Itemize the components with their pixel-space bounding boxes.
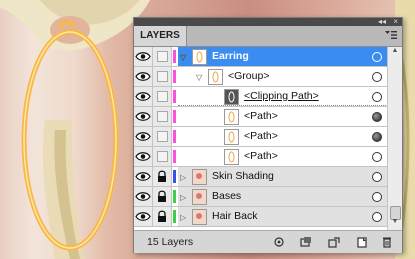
lock-toggle[interactable]: [153, 67, 172, 86]
layer-body[interactable]: ▷ Skin Shading: [178, 167, 388, 186]
locate-object-icon[interactable]: [273, 236, 285, 248]
target-circle-icon[interactable]: [372, 52, 382, 62]
tab-layers[interactable]: LAYERS: [134, 26, 187, 46]
expand-triangle-open-icon[interactable]: ▽: [196, 73, 202, 82]
layer-name: Bases: [212, 190, 242, 202]
layer-name: <Path>: [244, 150, 278, 162]
layer-color-swatch: [173, 50, 176, 63]
layer-thumbnail: [208, 69, 223, 85]
scroll-down-icon[interactable]: ▼: [388, 218, 402, 230]
visibility-eye-icon[interactable]: [134, 47, 153, 66]
panel-tab-row: LAYERS: [134, 26, 402, 47]
layer-color-swatch: [173, 90, 176, 103]
layer-row[interactable]: <Path>: [134, 127, 388, 147]
collapse-panel-icon[interactable]: ◂◂: [378, 17, 386, 26]
layers-list: ▽ Earring ▽ <Group> <Clipping Path> <Path> <Pa…: [134, 47, 402, 230]
expand-triangle-closed-icon[interactable]: ▷: [180, 193, 186, 202]
layer-body[interactable]: <Path>: [178, 147, 388, 166]
layer-thumbnail: [224, 129, 239, 145]
layer-name: Earring: [212, 50, 249, 62]
target-circle-icon[interactable]: [372, 172, 382, 182]
layer-body[interactable]: ▽ <Group>: [178, 67, 388, 86]
layer-color-swatch: [173, 190, 176, 203]
lock-icon[interactable]: [153, 167, 172, 186]
layer-row[interactable]: ▷ Skin Shading: [134, 167, 388, 187]
layer-body[interactable]: <Clipping Path>: [178, 87, 388, 106]
lock-icon[interactable]: [153, 187, 172, 206]
layers-scrollbar[interactable]: ▲ ▼: [387, 47, 402, 230]
new-layer-icon[interactable]: [356, 236, 368, 248]
panel-titlebar[interactable]: ◂◂ ×: [134, 17, 402, 26]
layer-row[interactable]: <Path>: [134, 107, 388, 127]
layer-body[interactable]: ▽ Earring: [178, 47, 388, 66]
layer-color-swatch: [173, 150, 176, 163]
target-circle-icon[interactable]: [372, 72, 382, 82]
layer-body[interactable]: <Path>: [178, 107, 388, 126]
make-clipping-mask-icon[interactable]: [300, 236, 312, 248]
layer-row[interactable]: <Clipping Path>: [134, 87, 388, 107]
expand-triangle-closed-icon[interactable]: ▷: [180, 173, 186, 182]
lock-icon[interactable]: [153, 207, 172, 226]
expand-triangle-closed-icon[interactable]: ▷: [180, 213, 186, 222]
layer-color-swatch: [173, 110, 176, 123]
layer-row[interactable]: ▷ Bases: [134, 187, 388, 207]
target-circle-icon[interactable]: [372, 92, 382, 102]
lock-toggle[interactable]: [153, 47, 172, 66]
target-circle-icon[interactable]: [372, 132, 382, 142]
layer-body[interactable]: <Path>: [178, 127, 388, 146]
layer-name: <Path>: [244, 130, 278, 142]
target-circle-icon[interactable]: [372, 212, 382, 222]
visibility-eye-icon[interactable]: [134, 127, 153, 146]
layer-row[interactable]: ▽ <Group>: [134, 67, 388, 87]
visibility-eye-icon[interactable]: [134, 147, 153, 166]
visibility-eye-icon[interactable]: [134, 167, 153, 186]
visibility-eye-icon[interactable]: [134, 187, 153, 206]
layer-thumbnail: [192, 209, 207, 225]
close-panel-icon[interactable]: ×: [393, 17, 398, 26]
layer-thumbnail: [192, 169, 207, 185]
layer-color-swatch: [173, 170, 176, 183]
layer-body[interactable]: ▷ Hair Back: [178, 207, 388, 226]
layer-color-swatch: [173, 70, 176, 83]
panel-footer: 15 Layers: [134, 230, 402, 253]
clipping-divider: [178, 105, 388, 106]
layer-name: <Group>: [228, 70, 270, 82]
target-circle-icon[interactable]: [372, 112, 382, 122]
layer-name: Skin Shading: [212, 170, 274, 182]
new-sublayer-icon[interactable]: [328, 236, 340, 248]
layer-thumbnail: [192, 189, 207, 205]
layers-panel: ◂◂ × LAYERS ▽ Earring ▽ <Group> <Clipping Pa…: [133, 17, 403, 253]
layer-row[interactable]: <Path>: [134, 147, 388, 167]
visibility-eye-icon[interactable]: [134, 67, 153, 86]
visibility-eye-icon[interactable]: [134, 207, 153, 226]
expand-triangle-open-icon[interactable]: ▽: [180, 53, 186, 62]
scroll-up-icon[interactable]: ▲: [388, 47, 402, 59]
lock-toggle[interactable]: [153, 147, 172, 166]
delete-layer-icon[interactable]: [381, 236, 393, 248]
layer-row[interactable]: ▽ Earring: [134, 47, 388, 67]
target-circle-icon[interactable]: [372, 192, 382, 202]
layer-count: 15 Layers: [147, 236, 194, 248]
layer-thumbnail: [192, 49, 207, 65]
layer-name: <Clipping Path>: [244, 90, 319, 102]
layer-thumbnail: [224, 109, 239, 125]
layer-name: Hair Back: [212, 210, 258, 222]
target-circle-icon[interactable]: [372, 152, 382, 162]
layer-thumbnail: [224, 89, 239, 105]
lock-toggle[interactable]: [153, 127, 172, 146]
layer-body[interactable]: ▷ Bases: [178, 187, 388, 206]
layer-row[interactable]: ▷ Hair Back: [134, 207, 388, 227]
layer-color-swatch: [173, 210, 176, 223]
visibility-eye-icon[interactable]: [134, 87, 153, 106]
layer-thumbnail: [224, 149, 239, 165]
layer-color-swatch: [173, 130, 176, 143]
panel-menu-icon[interactable]: [384, 29, 398, 41]
lock-toggle[interactable]: [153, 87, 172, 106]
visibility-eye-icon[interactable]: [134, 107, 153, 126]
lock-toggle[interactable]: [153, 107, 172, 126]
layer-name: <Path>: [244, 110, 278, 122]
